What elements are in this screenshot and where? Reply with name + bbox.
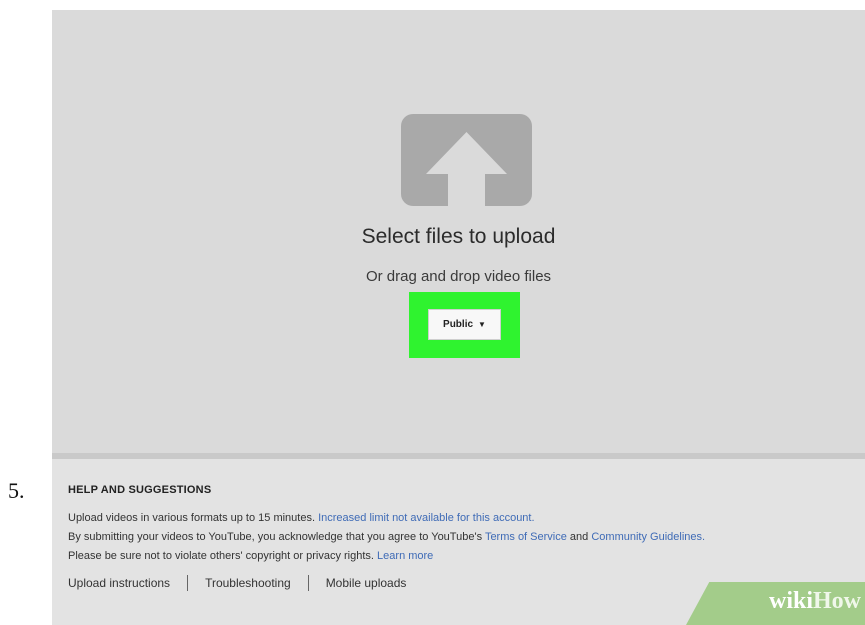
caret-down-icon: ▼ bbox=[478, 320, 486, 329]
help-line-3-text: Please be sure not to violate others' co… bbox=[68, 550, 374, 562]
wikihow-logo: wikiHow bbox=[769, 588, 861, 615]
step-number: 5. bbox=[8, 478, 25, 503]
upload-instructions-link[interactable]: Upload instructions bbox=[68, 576, 170, 590]
privacy-highlight: Public ▼ bbox=[409, 292, 520, 358]
help-line-1: Upload videos in various formats up to 1… bbox=[68, 512, 535, 524]
link-separator bbox=[307, 575, 309, 591]
help-links: Upload instructions Troubleshooting Mobi… bbox=[68, 575, 406, 591]
community-guidelines-link[interactable]: Community Guidelines. bbox=[591, 531, 705, 543]
upload-drop-zone[interactable]: Select files to upload Or drag and drop … bbox=[52, 10, 865, 453]
help-line-2-and: and bbox=[569, 531, 589, 543]
increased-limit-link[interactable]: Increased limit not available for this a… bbox=[318, 512, 534, 524]
upload-page: Select files to upload Or drag and drop … bbox=[52, 10, 865, 625]
privacy-value: Public bbox=[443, 319, 474, 330]
upload-arrow-icon[interactable] bbox=[401, 114, 532, 206]
troubleshooting-link[interactable]: Troubleshooting bbox=[205, 576, 291, 590]
wikihow-logo-part2: How bbox=[813, 588, 861, 614]
upload-title: Select files to upload bbox=[361, 225, 556, 248]
help-line-1-text: Upload videos in various formats up to 1… bbox=[68, 512, 316, 524]
wikihow-watermark: wikiHow bbox=[686, 582, 865, 625]
privacy-dropdown[interactable]: Public ▼ bbox=[428, 309, 501, 340]
upload-subtitle: Or drag and drop video files bbox=[365, 268, 552, 285]
help-line-2-text: By submitting your videos to YouTube, yo… bbox=[68, 531, 483, 543]
help-line-2: By submitting your videos to YouTube, yo… bbox=[68, 531, 705, 543]
terms-of-service-link[interactable]: Terms of Service bbox=[485, 531, 567, 543]
wikihow-logo-part1: wiki bbox=[768, 588, 813, 614]
help-line-3: Please be sure not to violate others' co… bbox=[68, 550, 433, 562]
link-separator bbox=[187, 575, 189, 591]
mobile-uploads-link[interactable]: Mobile uploads bbox=[326, 576, 407, 590]
learn-more-link[interactable]: Learn more bbox=[377, 550, 433, 562]
help-heading: HELP AND SUGGESTIONS bbox=[68, 484, 212, 496]
